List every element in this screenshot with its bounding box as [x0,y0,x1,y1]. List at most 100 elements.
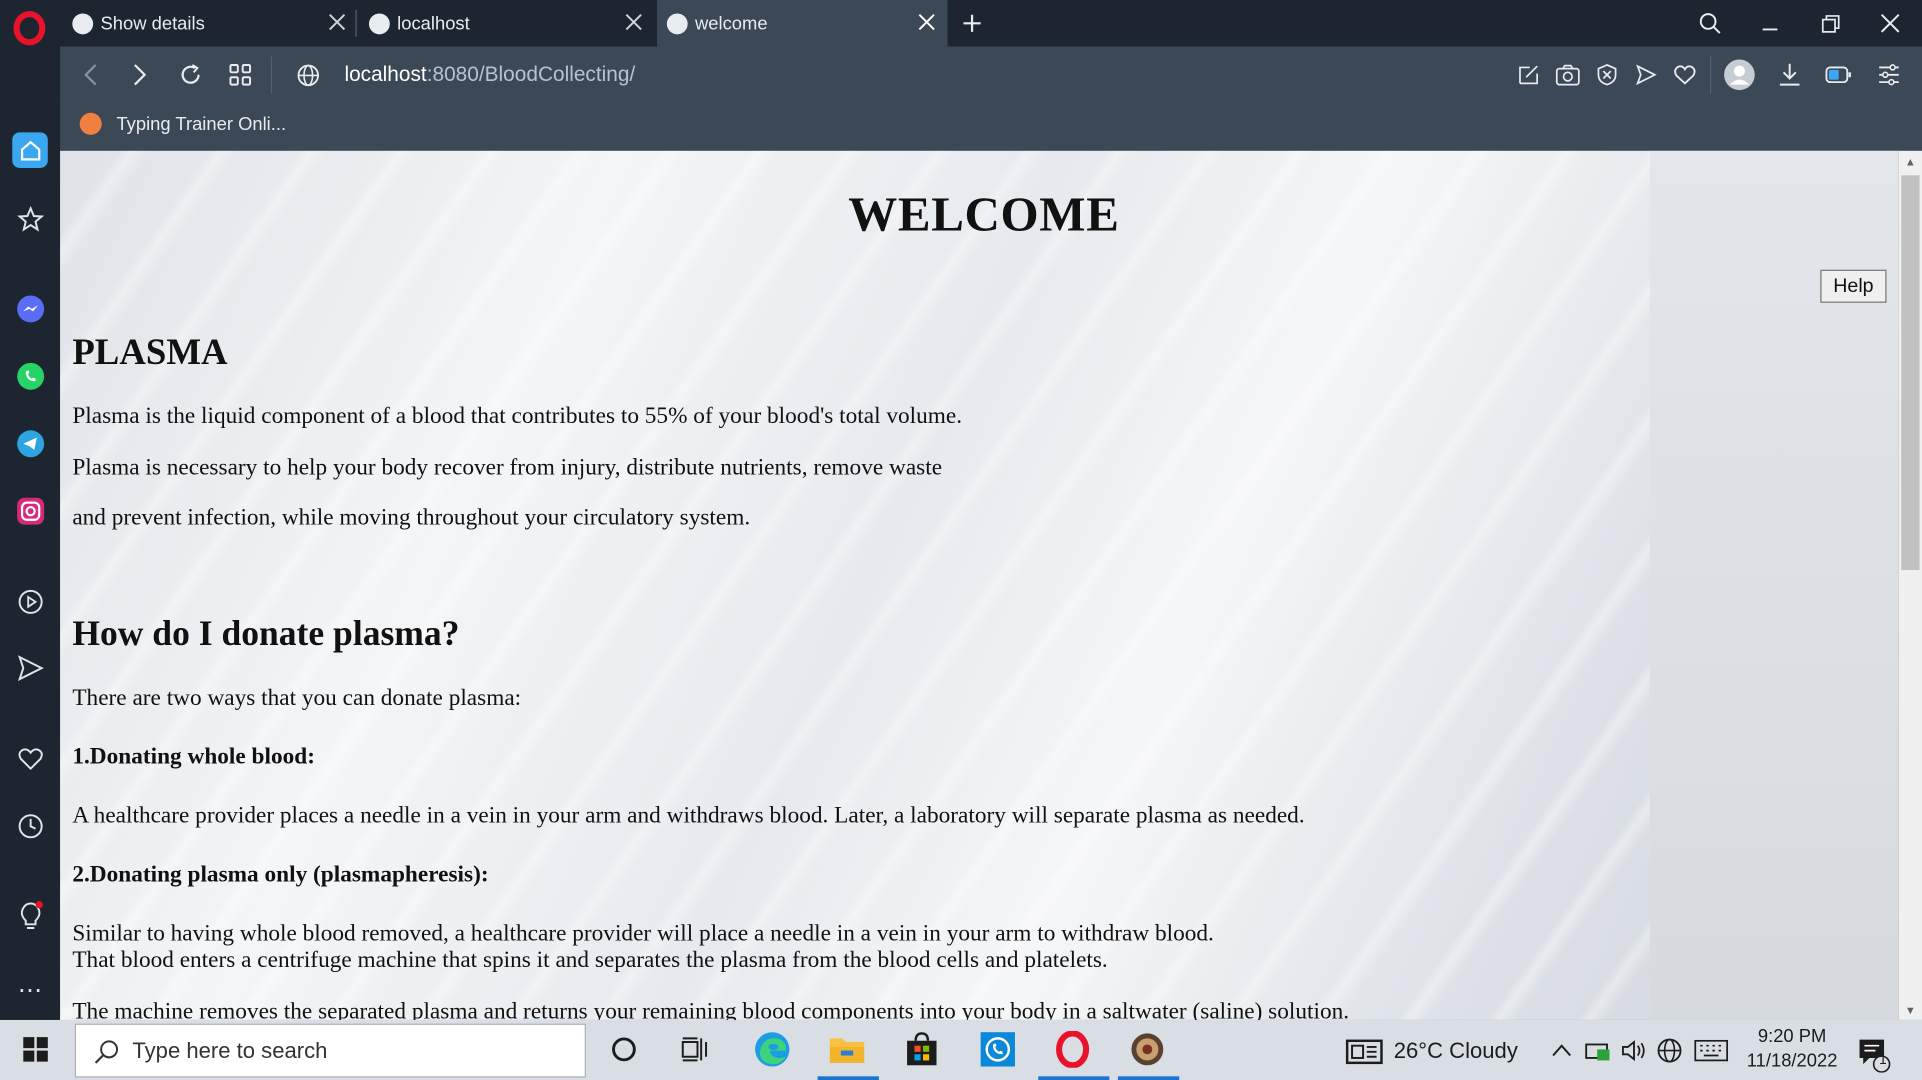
active-app-indicator [1038,1076,1110,1080]
lightbulb-icon[interactable] [15,900,46,931]
easy-setup-menu-icon[interactable] [1878,64,1900,86]
plasma-paragraph-1: Plasma is the liquid component of a bloo… [72,403,963,430]
opera-icon [1056,1030,1090,1068]
page-title: WELCOME [848,186,1120,242]
globe-icon [368,12,390,34]
bookmarks-bar [60,102,1922,151]
download-icon[interactable] [1779,63,1801,88]
close-icon [1880,14,1900,33]
tab-welcome[interactable]: welcome [657,0,948,47]
edge-icon [755,1032,790,1067]
weather-news-icon[interactable] [1345,1037,1384,1066]
forward-icon[interactable] [131,64,148,86]
bookmark-label: Typing Trainer Onli... [116,113,287,135]
reload-icon[interactable] [179,63,204,88]
background-texture [60,150,1899,1020]
whatsapp-icon[interactable] [15,360,46,391]
way2-heading: 2.Donating plasma only (plasmapheresis): [72,861,489,888]
close-tab-icon[interactable] [329,13,346,31]
network-globe-icon[interactable] [1656,1037,1683,1064]
scroll-up-arrow-icon[interactable]: ▲ [1905,156,1916,168]
opera-logo-icon[interactable] [13,11,46,46]
help-button[interactable]: Help [1820,269,1887,303]
typing-trainer-favicon [79,112,102,135]
way1-heading: 1.Donating whole blood: [72,744,315,770]
instagram-icon[interactable] [15,495,46,526]
taskbar-search-input[interactable]: Type here to search [74,1023,586,1078]
plasma-paragraph-2: Plasma is necessary to help your body re… [72,454,943,481]
search-icon [94,1040,119,1064]
heart-icon[interactable] [15,743,46,774]
search-icon [1699,13,1721,34]
way2-text-2: That blood enters a centrifuge machine t… [72,947,1108,974]
bookmark-heart-icon[interactable] [1673,64,1696,86]
whatsapp-taskbar-button[interactable] [973,1025,1022,1074]
history-icon[interactable] [15,810,46,841]
site-info-globe-icon[interactable] [297,64,320,87]
edge-taskbar-button[interactable] [748,1025,797,1074]
clock-date: 11/18/2022 [1746,1050,1838,1072]
system-clock[interactable]: 9:20 PM 11/18/2022 [1736,1025,1849,1074]
tab-bar: Show details localhost welcome [60,0,1922,47]
bookmark-typing-trainer[interactable]: Typing Trainer Onli... [79,112,287,135]
battery-saver-icon[interactable] [1825,64,1852,86]
back-icon[interactable] [82,64,99,86]
notification-count: 1 [1879,1053,1887,1068]
windows-logo-icon [23,1037,48,1062]
clock-time: 9:20 PM [1757,1026,1827,1047]
way2-text-3: The machine removes the separated plasma… [72,999,1350,1020]
keyboard-icon[interactable] [1694,1039,1729,1062]
opera-taskbar-button[interactable] [1048,1025,1097,1074]
star-icon[interactable] [15,203,46,234]
address-bar[interactable]: localhost:8080/BloodCollecting/ [344,63,635,88]
tabs-grid-icon[interactable] [228,63,253,88]
new-tab-button[interactable] [960,0,985,47]
restore-button[interactable] [1815,0,1844,47]
flow-send-icon[interactable] [1635,64,1657,86]
tab-title: Show details [100,12,205,34]
camera-icon[interactable] [1555,64,1581,86]
tab-title: localhost [397,12,470,34]
profile-avatar-icon[interactable] [1723,59,1755,91]
app-taskbar-button[interactable] [1123,1025,1172,1074]
tab-show-details[interactable]: Show details [72,0,358,47]
scrollbar-thumb[interactable] [1901,175,1920,571]
easy-setup-edit-icon[interactable] [1518,64,1540,86]
telegram-icon[interactable] [15,428,46,459]
weather-label[interactable]: 26°C Cloudy [1394,1038,1518,1064]
way2-text-1: Similar to having whole blood removed, a… [72,920,1214,947]
home-icon[interactable] [12,132,48,168]
donate-intro: There are two ways that you can donate p… [72,685,522,712]
globe-icon [72,12,94,34]
close-window-button[interactable] [1875,0,1904,47]
active-app-indicator [817,1076,879,1080]
minimize-button[interactable] [1755,0,1784,47]
messenger-icon[interactable] [15,293,46,324]
close-tab-icon[interactable] [625,13,642,31]
whatsapp-icon [980,1032,1015,1067]
folder-icon [829,1038,865,1063]
more-icon[interactable]: ⋯ [15,975,46,1006]
cortana-button[interactable] [599,1025,648,1074]
player-icon[interactable] [15,586,46,617]
restore-icon [1821,14,1839,33]
battery-icon[interactable] [1585,1038,1612,1063]
opera-sidebar: ⋯ [0,0,61,1020]
minimize-icon [1762,28,1778,31]
close-tab-icon[interactable] [918,13,935,31]
chevron-up-icon[interactable] [1551,1042,1573,1059]
volume-icon[interactable] [1621,1038,1648,1063]
store-taskbar-button[interactable] [897,1025,946,1074]
send-icon[interactable] [15,652,46,683]
plasma-heading: PLASMA [72,332,228,373]
app-badge-icon [1131,1033,1164,1066]
start-button[interactable] [11,1025,60,1074]
tab-localhost[interactable]: localhost [368,0,655,47]
scroll-down-arrow-icon[interactable]: ▼ [1905,1004,1916,1016]
file-explorer-taskbar-button[interactable] [823,1025,872,1074]
donate-heading: How do I donate plasma? [72,614,460,654]
page-scrollbar[interactable]: ▲ ▼ [1898,150,1922,1020]
task-view-button[interactable] [671,1025,720,1074]
adblock-icon[interactable] [1596,64,1618,86]
search-tabs-button[interactable] [1695,0,1724,47]
